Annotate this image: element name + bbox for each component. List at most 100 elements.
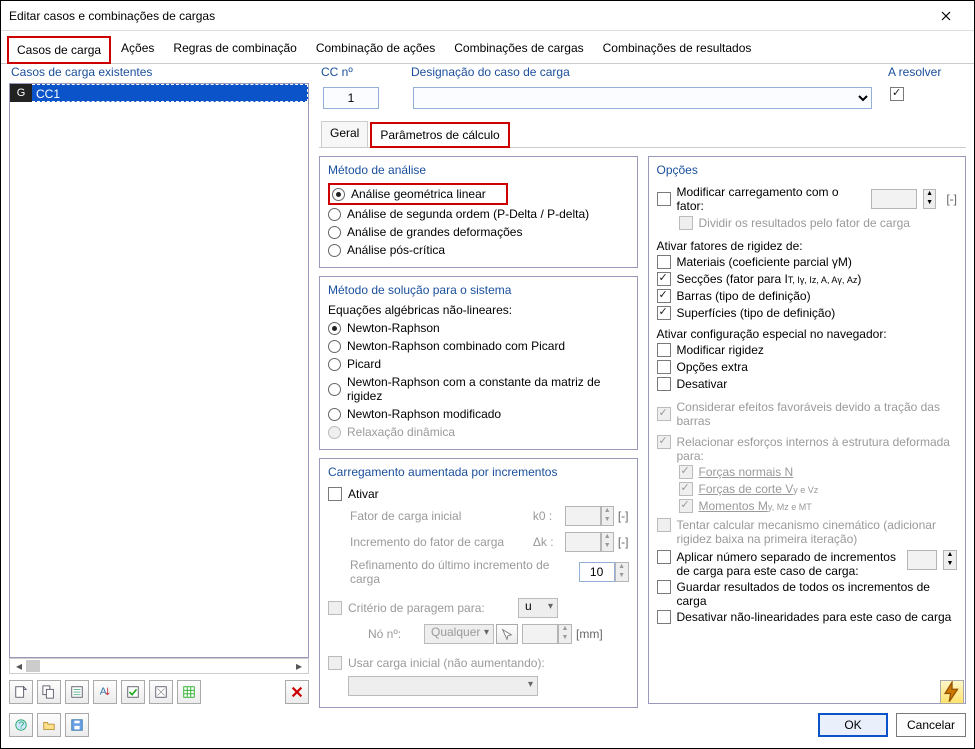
- opt-rig-surfaces-label: Superfícies (tipo de definição): [677, 306, 836, 320]
- incr-dk-sym: Δk :: [533, 535, 565, 549]
- opt-divide-checkbox: [679, 216, 693, 230]
- incr-useinitial-checkbox: [328, 656, 342, 670]
- opt-sp-disable-label: Desativar: [677, 377, 728, 391]
- close-button[interactable]: [926, 4, 966, 28]
- opt-sep-incr-checkbox[interactable]: [657, 550, 671, 564]
- table-button[interactable]: [177, 680, 201, 704]
- spinner-icon: ▲▼: [943, 550, 957, 570]
- solver-title: Método de solução para o sistema: [328, 283, 629, 297]
- opt-sep-incr-label: Aplicar número separado de incrementos d…: [677, 550, 902, 578]
- resolve-checkbox[interactable]: [890, 87, 904, 101]
- window-title: Editar casos e combinações de cargas: [9, 9, 215, 23]
- designation-select[interactable]: [413, 87, 872, 109]
- resolve-label: A resolver: [888, 65, 966, 79]
- opt-rel-n-checkbox: [679, 465, 693, 479]
- tab-regras-combinacao[interactable]: Regras de combinação: [164, 35, 305, 63]
- radio-nr-label: Newton-Raphson: [347, 321, 440, 335]
- subtab-geral[interactable]: Geral: [321, 121, 368, 147]
- case-badge: G: [10, 84, 32, 102]
- opt-rel-m-label: Momentos My, Mz e MT: [699, 499, 812, 513]
- opt-kin-label: Tentar calcular mecanismo cinemático (ad…: [677, 518, 958, 546]
- subtab-parametros-calculo[interactable]: Parâmetros de cálculo: [370, 122, 509, 148]
- spinner-icon: ▲▼: [601, 532, 614, 552]
- ok-button[interactable]: OK: [818, 713, 888, 737]
- opt-rig-surfaces-checkbox[interactable]: [657, 306, 671, 320]
- incr-node-value-input: [522, 624, 558, 644]
- new-case-button[interactable]: [9, 680, 33, 704]
- opt-rig-members-checkbox[interactable]: [657, 289, 671, 303]
- incr-k0-input: [565, 506, 601, 526]
- radio-nr-mod[interactable]: [328, 408, 341, 421]
- radio-picard-label: Picard: [347, 357, 381, 371]
- opt-rig-sections-checkbox[interactable]: [657, 272, 671, 286]
- sort-button[interactable]: A: [93, 680, 117, 704]
- opt-sp-extra-label: Opções extra: [677, 360, 748, 374]
- radio-nr[interactable]: [328, 322, 341, 335]
- opt-rigidity-header: Ativar fatores de rigidez de:: [657, 239, 958, 253]
- delete-button[interactable]: [285, 680, 309, 704]
- copy-case-button[interactable]: [37, 680, 61, 704]
- spinner-icon: ▲▼: [923, 189, 936, 209]
- opt-relate-checkbox: [657, 435, 671, 449]
- incr-node-unit: [mm]: [576, 627, 603, 641]
- incr-refine-label: Refinamento do último incremento de carg…: [350, 558, 579, 586]
- incr-refine-input[interactable]: [579, 562, 615, 582]
- quick-settings-button[interactable]: [940, 680, 964, 704]
- opt-disable-nl-checkbox[interactable]: [657, 610, 671, 624]
- svg-text:?: ?: [18, 720, 24, 732]
- opt-rel-n-label: Forças normais N: [699, 465, 794, 479]
- radio-relaxation: [328, 426, 341, 439]
- opt-relate-label: Relacionar esforços internos à estrutura…: [677, 435, 958, 463]
- tab-combinacoes-resultados[interactable]: Combinações de resultados: [594, 35, 761, 63]
- opt-sep-incr-input: [907, 550, 937, 570]
- opt-disable-nl-label: Desativar não-linearidades para este cas…: [677, 610, 952, 624]
- open-folder-button[interactable]: [37, 713, 61, 737]
- incr-dk-input: [565, 532, 601, 552]
- list-button[interactable]: [65, 680, 89, 704]
- opt-rig-materials-checkbox[interactable]: [657, 255, 671, 269]
- check-all-button[interactable]: [121, 680, 145, 704]
- opt-favorable-checkbox: [657, 407, 671, 421]
- opt-sp-modrig-checkbox[interactable]: [657, 343, 671, 357]
- radio-nr-const[interactable]: [328, 383, 341, 396]
- help-button[interactable]: ?: [9, 713, 33, 737]
- radio-nr-picard[interactable]: [328, 340, 341, 353]
- incr-activate-label: Ativar: [348, 487, 379, 501]
- incr-crit-combo: u: [518, 598, 558, 618]
- tab-casos-de-carga[interactable]: Casos de carga: [7, 36, 111, 64]
- incr-k0-label: Fator de carga inicial: [350, 509, 533, 523]
- opt-save-incr-label: Guardar resultados de todos os increment…: [677, 580, 958, 608]
- horizontal-scrollbar[interactable]: ◂▸: [9, 658, 309, 674]
- radio-large-def[interactable]: [328, 226, 341, 239]
- cancel-button[interactable]: Cancelar: [896, 713, 966, 737]
- opt-sp-extra-checkbox[interactable]: [657, 360, 671, 374]
- increments-title: Carregamento aumentada por incrementos: [328, 465, 629, 479]
- save-button[interactable]: [65, 713, 89, 737]
- radio-second-order[interactable]: [328, 208, 341, 221]
- tab-combinacao-acoes[interactable]: Combinação de ações: [307, 35, 444, 63]
- opt-save-incr-checkbox[interactable]: [657, 580, 671, 594]
- opt-sp-disable-checkbox[interactable]: [657, 377, 671, 391]
- uncheck-all-button[interactable]: [149, 680, 173, 704]
- incr-activate-checkbox[interactable]: [328, 487, 342, 501]
- spinner-icon[interactable]: ▲▼: [615, 562, 629, 582]
- options-title: Opções: [657, 163, 958, 177]
- opt-modfactor-checkbox[interactable]: [657, 192, 671, 206]
- tab-combinacoes-cargas[interactable]: Combinações de cargas: [445, 35, 592, 63]
- radio-nr-mod-label: Newton-Raphson modificado: [347, 407, 501, 421]
- load-case-list[interactable]: G CC1: [9, 83, 309, 658]
- list-item[interactable]: G CC1: [10, 84, 308, 102]
- solver-intro: Equações algébricas não-lineares:: [328, 303, 629, 317]
- ccno-input[interactable]: [323, 87, 379, 109]
- radio-nr-const-label: Newton-Raphson com a constante da matriz…: [347, 375, 629, 403]
- radio-linear[interactable]: [332, 188, 345, 201]
- radio-picard[interactable]: [328, 358, 341, 371]
- radio-post-critical[interactable]: [328, 244, 341, 257]
- opt-rig-sections-label: Secções (fator para IT, Iγ, Iz, A, Aγ, A…: [677, 272, 862, 286]
- opt-favorable-label: Considerar efeitos favoráveis devido a t…: [677, 400, 958, 428]
- pick-node-button: [496, 624, 518, 644]
- svg-text:A: A: [100, 686, 107, 698]
- radio-linear-label: Análise geométrica linear: [351, 187, 486, 201]
- opt-rig-materials-label: Materiais (coeficiente parcial γM): [677, 255, 852, 269]
- tab-acoes[interactable]: Ações: [112, 35, 163, 63]
